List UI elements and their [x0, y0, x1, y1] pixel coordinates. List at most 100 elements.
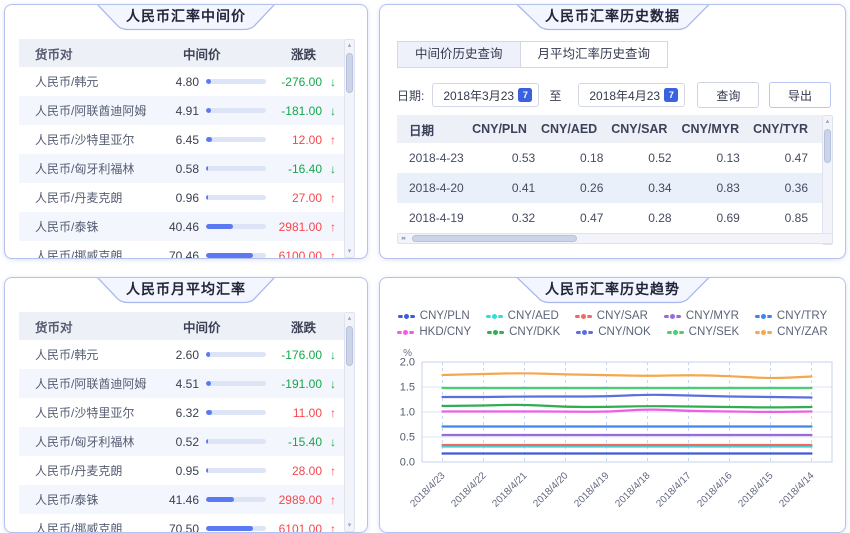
table-row[interactable]: 人民币/沙特里亚尔6.4512.00↑	[19, 125, 344, 154]
down-arrow-icon: ↓	[330, 75, 336, 89]
trend-line-chart[interactable]: %2.01.51.00.50.02018/4/232018/4/222018/4…	[386, 348, 840, 528]
legend-item-hkd-cny[interactable]: HKD/CNY	[397, 326, 471, 338]
mid-price-bar-fill	[206, 468, 208, 473]
table-row[interactable]: 人民币/匈牙利福林0.58-16.40↓	[19, 154, 344, 183]
table-row[interactable]: 人民币/挪威克朗70.506101.00↑	[19, 514, 344, 533]
legend-item-cny-dkk[interactable]: CNY/DKK	[487, 326, 560, 338]
mid-price-cell: 41.46	[157, 493, 273, 507]
rate-cell: 0.32	[481, 211, 549, 225]
legend-item-cny-nok[interactable]: CNY/NOK	[576, 326, 650, 338]
mid-price-value: 6.45	[157, 133, 199, 147]
panel-title: 人民币汇率历史数据	[515, 4, 710, 29]
change-value: 11.00	[293, 406, 322, 420]
rate-cell: 0.18	[549, 151, 617, 165]
table-row[interactable]: 人民币/丹麦克朗0.9627.00↑	[19, 183, 344, 212]
table-row[interactable]: 2018-4-200.410.260.340.830.36	[397, 173, 822, 203]
change-cell: 6100.00↑	[273, 249, 344, 260]
panel-title: 人民币汇率历史趋势	[515, 277, 710, 302]
scroll-up-icon[interactable]: ▴	[345, 40, 354, 51]
vertical-scrollbar[interactable]: ▴ ▾	[344, 312, 355, 532]
tab-central-parity-history[interactable]: 中间价历史查询	[397, 41, 521, 68]
legend-item-cny-aed[interactable]: CNY/AED	[486, 310, 559, 322]
date-from-input[interactable]: 2018年3月23 7	[432, 83, 539, 107]
up-arrow-icon: ↑	[330, 464, 336, 478]
down-arrow-icon: ↓	[330, 348, 336, 362]
mid-price-bar	[206, 526, 266, 531]
calendar-icon[interactable]: 7	[664, 88, 678, 102]
table-row[interactable]: 人民币/泰铢41.462989.00↑	[19, 485, 344, 514]
currency-pair-label: 人民币/丹麦克朗	[19, 462, 157, 479]
legend-marker-icon	[667, 331, 684, 334]
date-cell: 2018-4-23	[397, 151, 481, 165]
vertical-scrollbar[interactable]: ▴ ▾	[822, 115, 833, 245]
column-header-cny-myr: CNY/MYR	[681, 122, 753, 136]
date-label: 日期:	[397, 87, 424, 104]
mid-price-cell: 4.51	[157, 377, 273, 391]
change-value: -176.00	[281, 348, 322, 362]
table-header: 货币对 中间价 涨跌	[19, 312, 344, 340]
scrollbar-thumb[interactable]	[346, 53, 353, 93]
table-row[interactable]: 人民币/韩元2.60-176.00↓	[19, 340, 344, 369]
legend-item-cny-try[interactable]: CNY/TRY	[755, 310, 827, 322]
mid-price-bar-fill	[206, 439, 208, 444]
scroll-down-icon[interactable]: ▾	[345, 520, 354, 531]
table-row[interactable]: 人民币/匈牙利福林0.52-15.40↓	[19, 427, 344, 456]
legend-item-cny-myr[interactable]: CNY/MYR	[664, 310, 739, 322]
up-arrow-icon: ↑	[330, 249, 336, 260]
date-filter-row: 日期: 2018年3月23 7 至 2018年4月23 7 查询 导出	[397, 83, 831, 107]
scroll-up-icon[interactable]: ▴	[345, 313, 354, 324]
currency-pair-label: 人民币/阿联酋迪阿姆	[19, 375, 157, 392]
table-row[interactable]: 2018-4-190.320.470.280.690.85	[397, 203, 822, 233]
table-row[interactable]: 人民币/丹麦克朗0.95 28.00↑	[19, 456, 344, 485]
mid-price-bar-fill	[206, 224, 233, 229]
panel-title-monthly-average: 人民币月平均汇率	[96, 277, 276, 304]
panel-title: 人民币月平均汇率	[96, 277, 276, 302]
change-cell: 28.00↑	[273, 464, 344, 478]
export-button[interactable]: 导出	[769, 82, 831, 108]
legend-item-cny-zar[interactable]: CNY/ZAR	[755, 326, 827, 338]
change-cell: 2981.00↑	[273, 220, 344, 234]
calendar-icon[interactable]: 7	[518, 88, 532, 102]
table-row[interactable]: 人民币/沙特里亚尔6.3211.00↑	[19, 398, 344, 427]
mid-price-bar	[206, 253, 266, 258]
query-button[interactable]: 查询	[697, 82, 759, 108]
table-row[interactable]: 人民币/挪威克朗70.466100.00↑	[19, 241, 344, 259]
scroll-up-icon[interactable]: ▴	[823, 116, 832, 127]
horizontal-scrollbar[interactable]: ◂ ▸	[397, 233, 833, 244]
legend-item-cny-sek[interactable]: CNY/SEK	[667, 326, 740, 338]
table-row[interactable]: 人民币/阿联酋迪阿姆4.51-191.00↓	[19, 369, 344, 398]
tab-monthly-average-history[interactable]: 月平均汇率历史查询	[521, 41, 669, 68]
table-row[interactable]: 人民币/韩元4.80-276.00↓	[19, 67, 344, 96]
monthly-average-table-body: 人民币/韩元2.60-176.00↓人民币/阿联酋迪阿姆4.51-191.00↓…	[19, 340, 344, 533]
column-header-mid: 中间价	[157, 44, 273, 63]
legend-label: CNY/NOK	[598, 326, 650, 338]
column-header-pair: 货币对	[19, 317, 157, 336]
change-cell: 27.00↑	[273, 191, 344, 205]
change-value: -16.40	[288, 162, 322, 176]
change-value: -191.00	[281, 377, 322, 391]
legend-item-cny-sar[interactable]: CNY/SAR	[575, 310, 648, 322]
scrollbar-thumb[interactable]	[412, 235, 577, 242]
change-value: -15.40	[288, 435, 322, 449]
rate-cell: 0.52	[617, 151, 685, 165]
vertical-scrollbar[interactable]: ▴ ▾	[344, 39, 355, 258]
column-header-cny-tyr: CNY/TYR	[753, 122, 822, 136]
table-row[interactable]: 2018-4-230.530.180.520.130.47	[397, 143, 822, 173]
table-row[interactable]: 人民币/泰铢40.462981.00↑	[19, 212, 344, 241]
scroll-right-icon[interactable]: ▸	[398, 234, 409, 243]
panel-title-central-parity: 人民币汇率中间价	[96, 4, 276, 31]
mid-price-bar	[206, 497, 266, 502]
rate-cell: 0.41	[481, 181, 549, 195]
scroll-down-icon[interactable]: ▾	[345, 246, 354, 257]
legend-item-cny-pln[interactable]: CNY/PLN	[398, 310, 470, 322]
mid-price-bar-fill	[206, 497, 234, 502]
table-row[interactable]: 人民币/阿联酋迪阿姆4.91-181.00↓	[19, 96, 344, 125]
mid-price-bar-fill	[206, 526, 253, 531]
change-cell: 6101.00↑	[273, 522, 344, 533]
chart-legend: CNY/PLN CNY/AED CNY/SAR CNY/MYR CNY/TRY HKD/C…	[380, 310, 845, 338]
scrollbar-thumb[interactable]	[824, 129, 831, 163]
date-cell: 2018-4-19	[397, 211, 481, 225]
mid-price-value: 0.95	[157, 464, 199, 478]
date-to-input[interactable]: 2018年4月23 7	[578, 83, 685, 107]
scrollbar-thumb[interactable]	[346, 326, 353, 366]
